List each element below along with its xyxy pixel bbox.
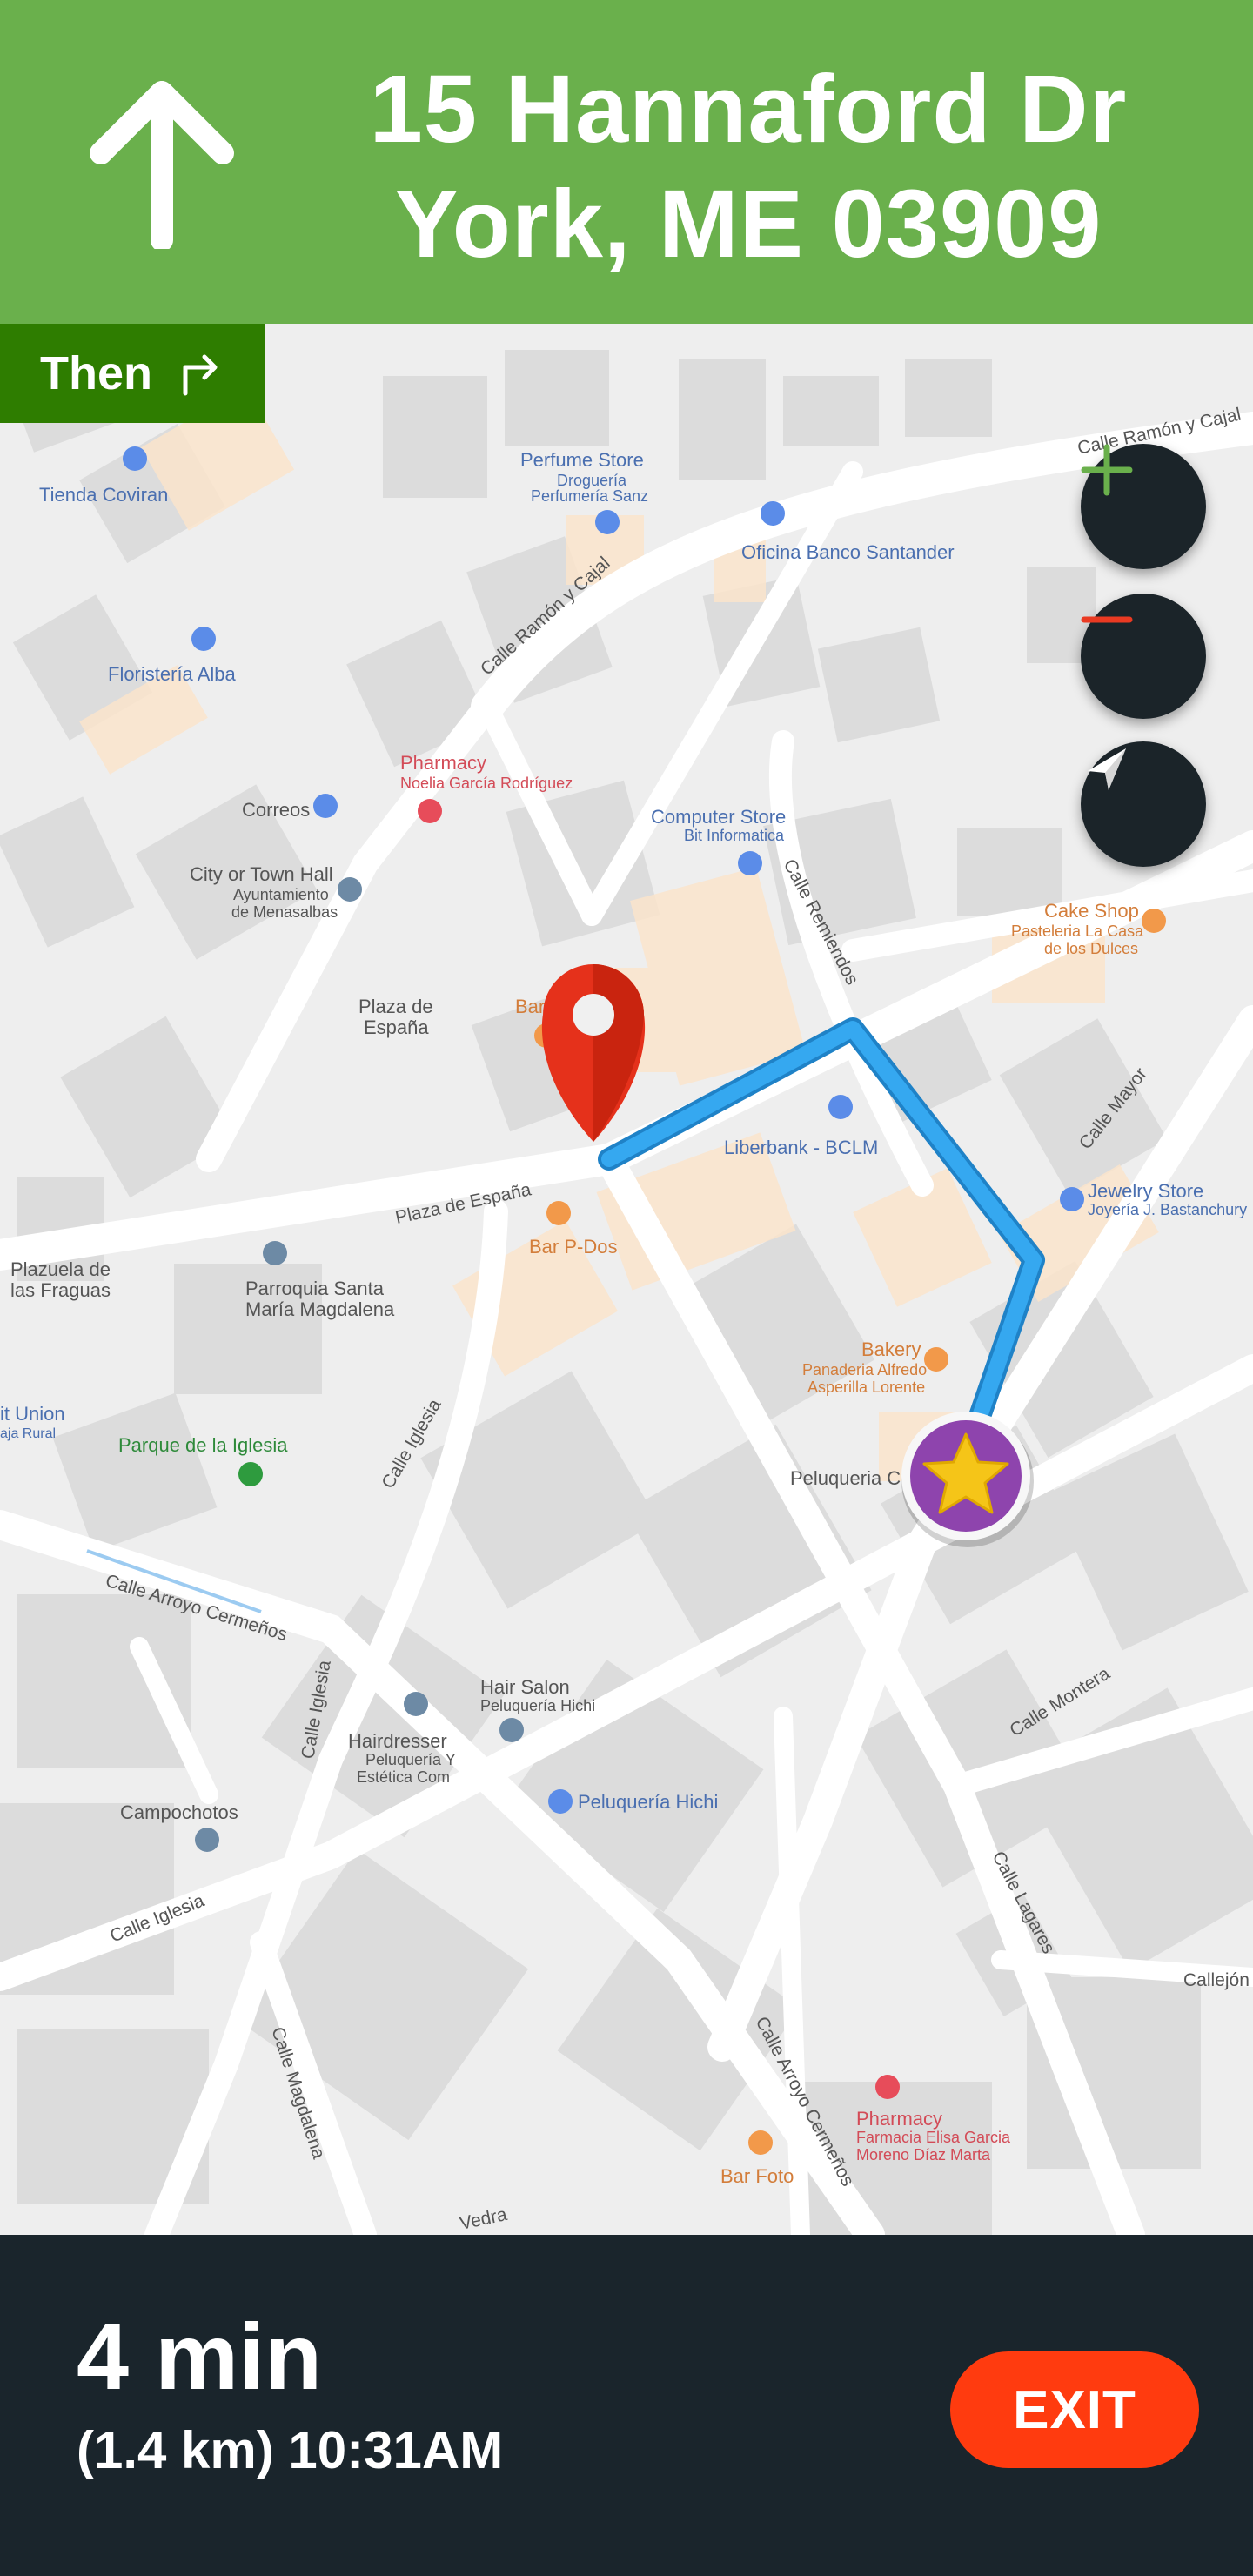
- address-line-2: York, ME 03909: [394, 171, 1102, 278]
- then-label: Then: [40, 347, 152, 399]
- place-label: Panaderia Alfredo: [802, 1361, 927, 1379]
- place-label: Computer Store: [651, 806, 786, 828]
- place-label: Ayuntamiento: [233, 886, 329, 903]
- compass-icon: [1088, 748, 1126, 790]
- place-label: Droguería: [557, 472, 627, 489]
- zoom-out-button[interactable]: [1081, 594, 1206, 719]
- trip-summary-bar: 4 min (1.4 km) 10:31AM EXIT: [0, 2235, 1253, 2576]
- place-label: Perfumería Sanz: [531, 487, 648, 505]
- navigation-header: 15 Hannaford Dr York, ME 03909: [0, 0, 1253, 324]
- place-label: Peluquería Hichi: [578, 1791, 718, 1813]
- place-label: Hair Salon: [480, 1676, 570, 1698]
- place-label: it Union: [0, 1403, 65, 1425]
- place-label: Farmacia Elisa Garcia: [856, 2129, 1011, 2146]
- place-label: Correos: [242, 799, 310, 821]
- place-label: Jewelry Store: [1088, 1180, 1203, 1202]
- place-label: Estética Com: [357, 1768, 450, 1786]
- place-label: Liberbank - BCLM: [724, 1137, 878, 1158]
- place-label: Plazuela de: [10, 1258, 111, 1280]
- place-label: Floristería Alba: [108, 663, 236, 685]
- place-label: Parque de la Iglesia: [118, 1434, 288, 1456]
- map-canvas[interactable]: Calle Ramón y Cajal Calle Ramón y Cajal …: [0, 324, 1253, 2235]
- place-label: Pharmacy: [856, 2108, 942, 2130]
- trip-detail: (1.4 km) 10:31AM: [77, 2421, 504, 2479]
- place-label: Cake Shop: [1044, 900, 1139, 922]
- minus-icon: [1081, 616, 1133, 623]
- turn-right-icon: [183, 354, 218, 396]
- next-maneuver-badge: Then: [0, 324, 265, 423]
- place-label: Bar P-Dos: [529, 1236, 617, 1258]
- place-label: aja Rural: [0, 1426, 56, 1441]
- place-label: Pasteleria La Casa: [1011, 922, 1144, 940]
- place-label: Campochotos: [120, 1801, 238, 1823]
- place-label: Joyería J. Bastanchury: [1088, 1201, 1247, 1218]
- place-label: Oficina Banco Santander: [741, 541, 955, 563]
- place-label: Peluquería Hichi: [480, 1697, 595, 1714]
- place-label: Hairdresser: [348, 1730, 447, 1752]
- plus-icon: [1081, 444, 1133, 496]
- place-label: Peluqueria C: [790, 1467, 901, 1489]
- place-label: Bit Informatica: [684, 827, 785, 844]
- arrow-up-icon: [90, 81, 234, 249]
- exit-button[interactable]: EXIT: [950, 2351, 1199, 2468]
- street-label: Callejón: [1183, 1970, 1250, 1990]
- place-label: las Fraguas: [10, 1279, 111, 1301]
- place-label: Asperilla Lorente: [807, 1379, 925, 1396]
- place-label: María Magdalena: [245, 1298, 395, 1320]
- place-label: Parroquia Santa: [245, 1278, 385, 1299]
- place-label: Peluquería Y: [365, 1751, 456, 1768]
- place-label: Noelia García Rodríguez: [400, 775, 573, 792]
- place-label: Bakery: [861, 1338, 921, 1360]
- place-label: Perfume Store: [520, 449, 644, 471]
- place-label: City or Town Hall: [190, 863, 333, 885]
- place-label: Pharmacy: [400, 752, 486, 774]
- eta-time: 4 min: [77, 2304, 323, 2409]
- compass-button[interactable]: [1081, 741, 1206, 867]
- map-view[interactable]: Calle Ramón y Cajal Calle Ramón y Cajal …: [0, 324, 1253, 2235]
- place-label: de los Dulces: [1044, 940, 1138, 957]
- place-label: de Menasalbas: [231, 903, 338, 921]
- address-line-1: 15 Hannaford Dr: [369, 56, 1128, 163]
- place-label: Bar Foto: [720, 2165, 794, 2187]
- place-label: Moreno Díaz Marta: [856, 2146, 991, 2163]
- zoom-in-button[interactable]: [1081, 444, 1206, 569]
- place-label: Tienda Coviran: [39, 484, 168, 506]
- destination-address: 15 Hannaford Dr York, ME 03909: [287, 52, 1209, 282]
- place-label: España: [364, 1016, 429, 1038]
- place-label: Plaza de: [358, 996, 433, 1017]
